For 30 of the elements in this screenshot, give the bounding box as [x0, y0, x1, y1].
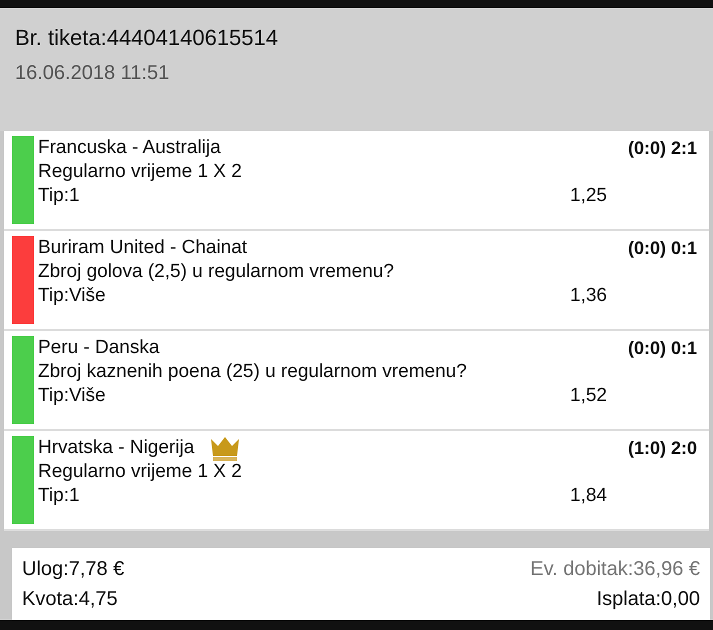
bet-tip: Tip:Više: [38, 384, 106, 408]
match-score: (0:0) 2:1: [628, 137, 697, 160]
market-name: Regularno vrijeme 1 X 2: [38, 460, 243, 484]
payout-amount: Isplata:0,00: [596, 587, 700, 612]
bet-row[interactable]: Hrvatska - Nigerija (1:0) 2:0 Regularno vrijeme 1 X 2 Tip:1 1,84: [4, 431, 709, 532]
bet-tip: Tip:Više: [38, 284, 106, 308]
market-name: Zbroj golova (2,5) u regularnom vremenu?: [38, 260, 395, 284]
bet-row[interactable]: Peru - Danska (0:0) 0:1 Zbroj kaznenih poena (25) u regularnom vremenu? Tip:Više 1,52: [4, 331, 709, 432]
ticket-date: 16.06.2018 11:51: [15, 62, 170, 85]
stake-amount: Ulog:7,78 €: [22, 557, 124, 582]
bet-tip: Tip:1: [38, 184, 80, 208]
match-name: Peru - Danska: [38, 336, 160, 360]
match-name: Hrvatska - Nigerija: [38, 436, 194, 460]
ticket-number: Br. tiketa:44404140615514: [15, 24, 278, 52]
bet-odds: 1,25: [570, 184, 607, 208]
possible-win: Ev. dobitak:36,96 €: [530, 557, 700, 582]
match-score: (0:0) 0:1: [628, 337, 697, 360]
bet-odds: 1,36: [570, 284, 607, 308]
bet-row[interactable]: Buriram United - Chainat (0:0) 0:1 Zbroj golova (2,5) u regularnom vremenu? Tip:Više 1,36: [4, 231, 709, 332]
bet-odds: 1,84: [570, 484, 607, 508]
bet-row[interactable]: Francuska - Australija (0:0) 2:1 Regularno vrijeme 1 X 2 Tip:1 1,25: [4, 131, 709, 232]
match-score: (1:0) 2:0: [628, 437, 697, 460]
bet-odds: 1,52: [570, 384, 607, 408]
market-name: Zbroj kaznenih poena (25) u regularnom vremenu?: [38, 360, 468, 384]
match-name: Buriram United - Chainat: [38, 236, 248, 260]
market-name: Regularno vrijeme 1 X 2: [38, 160, 243, 184]
match-score: (0:0) 0:1: [628, 237, 697, 260]
match-name: Francuska - Australija: [38, 136, 221, 160]
bet-tip: Tip:1: [38, 484, 80, 508]
total-odds: Kvota:4,75: [22, 587, 118, 612]
